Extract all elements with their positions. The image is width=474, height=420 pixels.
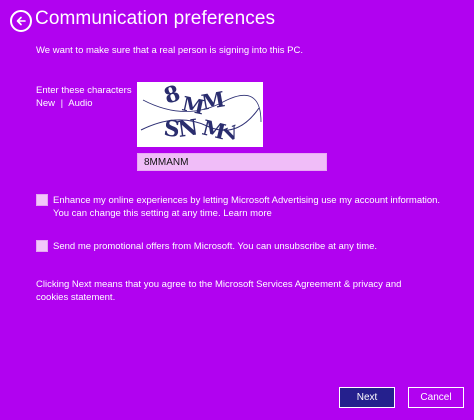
advertising-option-line2[interactable]: You can change this setting at any time.… [53, 207, 440, 220]
promotional-option-label: Send me promotional offers from Microsof… [53, 241, 378, 252]
captcha-distorted-text: 8 M M S N M V [137, 82, 263, 147]
advertising-checkbox[interactable] [36, 194, 48, 206]
captcha-separator: | [60, 98, 64, 109]
cancel-button[interactable]: Cancel [408, 387, 464, 408]
advertising-option-line1: Enhance my online experiences by letting… [53, 195, 441, 206]
svg-text:N: N [176, 114, 200, 143]
agreement-text: Clicking Next means that you agree to th… [36, 279, 402, 303]
promotional-checkbox[interactable] [36, 240, 48, 252]
page-title: Communication preferences [35, 8, 276, 29]
intro-text: We want to make sure that a real person … [36, 45, 304, 56]
advertising-option: Enhance my online experiences by letting… [53, 194, 440, 220]
captcha-audio-link[interactable]: Audio [68, 98, 92, 109]
next-button[interactable]: Next [339, 387, 395, 408]
captcha-input[interactable] [137, 153, 327, 171]
back-arrow-icon [16, 16, 26, 26]
back-button[interactable] [10, 10, 32, 32]
captcha-image: 8 M M S N M V [137, 82, 263, 147]
captcha-label: Enter these characters [36, 85, 132, 96]
captcha-links: New | Audio [36, 98, 93, 109]
svg-text:M: M [200, 86, 227, 115]
captcha-new-link[interactable]: New [36, 98, 55, 109]
